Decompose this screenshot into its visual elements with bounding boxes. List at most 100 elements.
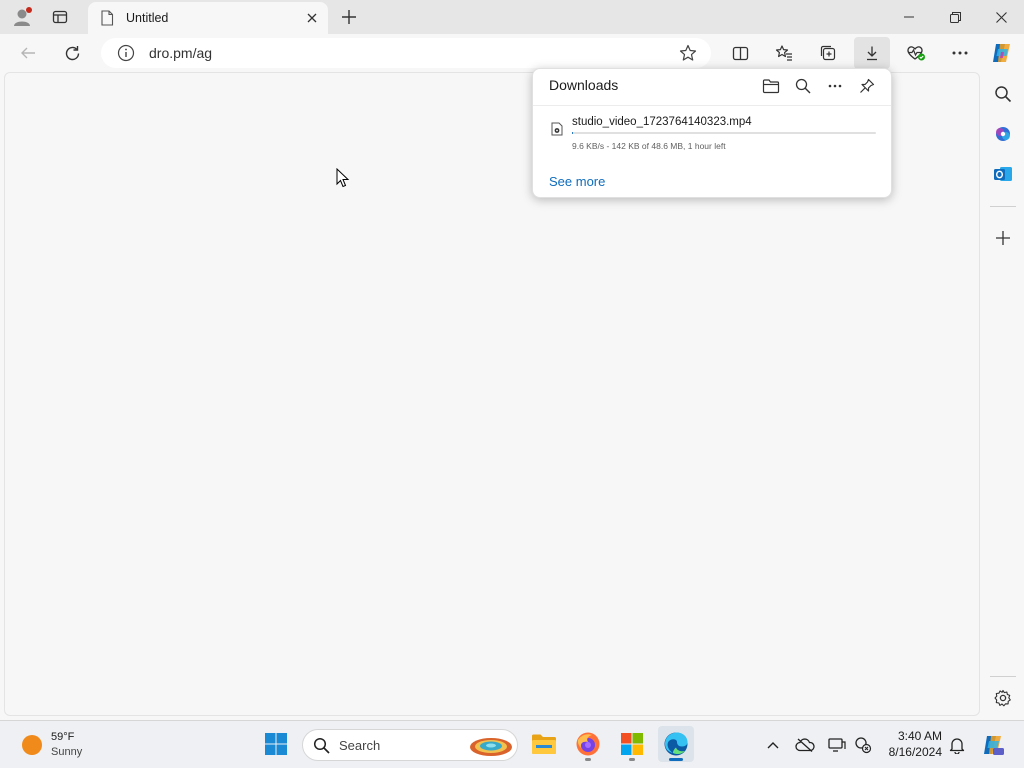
- weather-temp: 59°F: [51, 731, 75, 743]
- gear-icon: [994, 689, 1011, 707]
- chevron-up-icon: [767, 742, 779, 749]
- info-icon[interactable]: [117, 44, 135, 62]
- search-label: Search: [339, 738, 381, 753]
- start-button[interactable]: [258, 726, 294, 762]
- tab-title: Untitled: [126, 11, 169, 25]
- browser-essentials-icon: [907, 46, 925, 61]
- copilot-icon: [984, 736, 1004, 755]
- collections-icon: [820, 45, 836, 61]
- edge-button[interactable]: [658, 726, 694, 762]
- folder-icon: [762, 79, 780, 94]
- new-tab-button[interactable]: [333, 1, 365, 33]
- more-icon: [952, 51, 968, 55]
- minimize-button[interactable]: [886, 0, 932, 34]
- copilot-icon: [996, 127, 1010, 141]
- downloads-more-options-button[interactable]: [822, 73, 848, 99]
- file-explorer-button[interactable]: [526, 726, 562, 762]
- ms-store-icon: [621, 733, 643, 755]
- collections-button[interactable]: [812, 37, 844, 69]
- add-favorite-button[interactable]: [673, 38, 703, 68]
- search-icon: [995, 86, 1012, 103]
- split-screen-icon: [732, 46, 748, 60]
- downloads-title: Downloads: [549, 77, 619, 93]
- close-window-button[interactable]: [978, 0, 1024, 34]
- file-explorer-icon: [532, 734, 556, 754]
- edge-sidebar: [982, 72, 1024, 718]
- firefox-button[interactable]: [570, 726, 606, 762]
- display-icon: [828, 738, 846, 752]
- see-more-link[interactable]: See more: [549, 174, 605, 189]
- download-progress-bar: [572, 132, 876, 134]
- split-screen-button[interactable]: [724, 37, 756, 69]
- refresh-icon: [65, 45, 79, 60]
- open-downloads-folder-button[interactable]: [758, 73, 784, 99]
- taskbar-copilot-button[interactable]: [979, 731, 1007, 759]
- title-bar: Untitled: [0, 0, 1024, 34]
- settings-and-more-button[interactable]: [944, 37, 976, 69]
- tab-actions-icon: [52, 10, 68, 24]
- downloads-flyout: Downloads studio_video_1723764140323.mp4…: [532, 68, 892, 198]
- sidebar-outlook-button[interactable]: [987, 158, 1019, 190]
- plus-icon: [996, 231, 1010, 245]
- restore-button[interactable]: [932, 0, 978, 34]
- tab-actions-button[interactable]: [44, 1, 76, 33]
- running-indicator: [585, 758, 591, 761]
- display-tray-button[interactable]: [825, 733, 849, 757]
- favorites-button[interactable]: [768, 37, 800, 69]
- download-filename[interactable]: studio_video_1723764140323.mp4: [572, 116, 752, 128]
- maximize-icon: [949, 11, 961, 23]
- favorites-icon: [775, 45, 792, 61]
- pin-downloads-button[interactable]: [854, 73, 880, 99]
- plus-icon: [342, 10, 356, 24]
- search-icon: [313, 737, 330, 754]
- minimize-icon: [904, 16, 914, 18]
- search-highlight-icon: [470, 738, 512, 756]
- navigation-toolbar: dro.pm/ag: [0, 34, 1024, 72]
- weather-widget[interactable]: 59°F Sunny: [14, 729, 114, 761]
- tab-active[interactable]: Untitled: [88, 2, 328, 34]
- sidebar-add-button[interactable]: [987, 222, 1019, 254]
- tab-close-button[interactable]: [298, 4, 326, 32]
- video-file-icon: [551, 122, 563, 136]
- downloads-button[interactable]: [854, 37, 890, 69]
- outlook-icon: [994, 167, 1012, 181]
- refresh-button[interactable]: [56, 37, 88, 69]
- sidebar-copilot-button[interactable]: [987, 118, 1019, 150]
- download-progress-fill: [572, 132, 573, 134]
- page-icon: [101, 10, 114, 26]
- address-bar[interactable]: dro.pm/ag: [101, 38, 711, 68]
- taskbar-clock[interactable]: 3:40 AM 8/16/2024: [876, 729, 942, 759]
- profile-icon: [14, 7, 32, 26]
- copilot-button[interactable]: [986, 37, 1018, 69]
- show-hidden-icons-button[interactable]: [761, 733, 785, 757]
- firefox-icon: [576, 732, 600, 756]
- sidebar-settings-button[interactable]: [987, 682, 1019, 714]
- download-icon: [867, 46, 877, 61]
- close-icon: [995, 11, 1007, 23]
- star-icon: [679, 44, 697, 61]
- active-indicator: [669, 758, 683, 761]
- clock-time: 3:40 AM: [897, 729, 942, 743]
- back-button[interactable]: [12, 37, 44, 69]
- microsoft-store-button[interactable]: [614, 726, 650, 762]
- back-icon: [21, 47, 35, 59]
- network-tray-button[interactable]: [851, 733, 875, 757]
- taskbar-search[interactable]: Search: [302, 729, 518, 761]
- cloud-icon: [795, 738, 815, 752]
- sidebar-search-button[interactable]: [987, 78, 1019, 110]
- notifications-button[interactable]: [945, 733, 969, 757]
- download-item[interactable]: studio_video_1723764140323.mp4 9.6 KB/s …: [533, 109, 891, 159]
- windows-start-icon: [265, 733, 287, 755]
- copilot-icon: [993, 44, 1010, 62]
- edge-icon: [664, 732, 688, 756]
- sun-icon: [22, 735, 42, 755]
- onedrive-tray-button[interactable]: [793, 733, 817, 757]
- weather-condition: Sunny: [51, 746, 83, 758]
- profile-button[interactable]: [6, 1, 38, 33]
- search-downloads-button[interactable]: [790, 73, 816, 99]
- search-icon: [795, 78, 811, 94]
- clock-date: 8/16/2024: [888, 745, 942, 759]
- sidebar-divider: [990, 206, 1016, 207]
- browser-essentials-button[interactable]: [900, 37, 932, 69]
- url-text[interactable]: dro.pm/ag: [149, 45, 673, 61]
